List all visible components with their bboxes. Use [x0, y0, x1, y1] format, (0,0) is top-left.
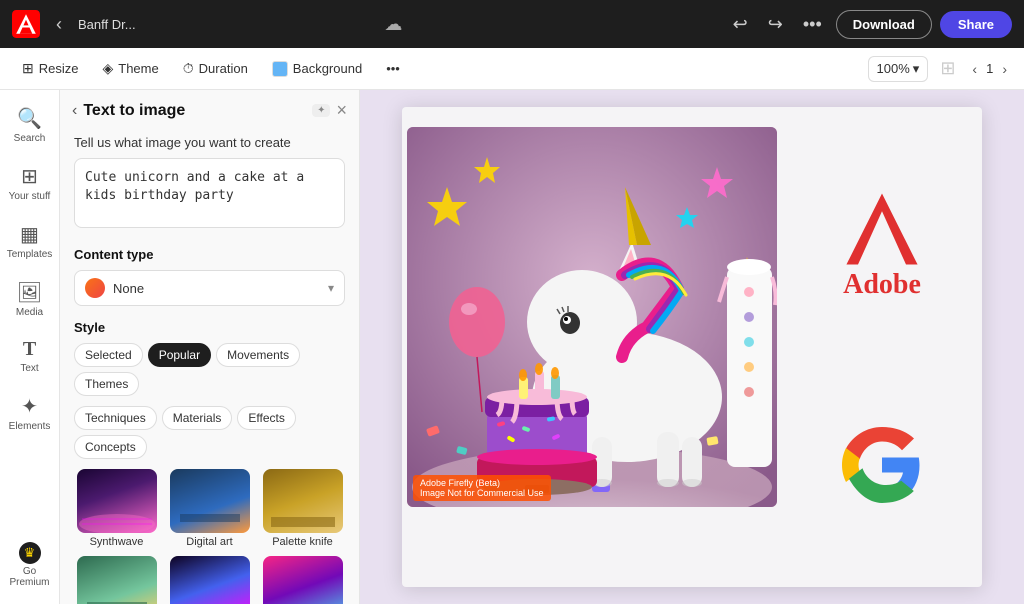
canvas-image-container: Adobe Firefly (Beta) Image Not for Comme… — [402, 107, 782, 587]
share-button[interactable]: Share — [940, 11, 1012, 38]
premium-crown-icon: ♛ — [19, 542, 41, 564]
panel-title: Text to image — [83, 102, 306, 120]
content-type-dropdown[interactable]: None ▾ — [74, 270, 345, 306]
canvas-logos: Adobe — [782, 107, 982, 587]
filter-popular[interactable]: Popular — [148, 343, 211, 367]
document-title: Banff Dr... — [78, 17, 382, 32]
background-swatch — [272, 61, 288, 77]
filter-materials[interactable]: Materials — [162, 406, 233, 430]
theme-icon: ◈ — [102, 60, 113, 77]
filter-selected[interactable]: Selected — [74, 343, 143, 367]
toolbar: ⊞ Resize ◈ Theme ⏱ Duration Background •… — [0, 48, 1024, 90]
adobe-a-icon — [842, 189, 922, 269]
sidebar-item-go-premium[interactable]: ♛ Go Premium — [0, 534, 59, 596]
zoom-selector[interactable]: 100% ▾ — [868, 56, 929, 82]
search-icon: 🔍 — [17, 106, 42, 131]
panel-close-button[interactable]: × — [336, 100, 347, 121]
background-button[interactable]: Background — [262, 56, 372, 82]
style-card-synthwave[interactable]: Synthwave — [74, 469, 159, 548]
sidebar-item-your-stuff[interactable]: ⊞ Your stuff — [0, 156, 59, 210]
filter-effects[interactable]: Effects — [237, 406, 295, 430]
media-icon: 🖼 — [17, 280, 42, 305]
style-title: Style — [74, 320, 345, 335]
canvas-inner: Adobe Firefly (Beta) Image Not for Comme… — [402, 107, 982, 587]
undo-button[interactable]: ↩ — [727, 10, 754, 39]
google-logo-icon — [842, 425, 922, 505]
text-icon: T — [23, 338, 36, 361]
style-filters: Selected Popular Movements Themes — [74, 343, 345, 396]
style-card-chaotic[interactable]: Chaotic — [260, 556, 345, 604]
back-button[interactable]: ‹ — [50, 10, 68, 39]
sidebar-item-search[interactable]: 🔍 Search — [0, 98, 59, 152]
duration-icon: ⏱ — [183, 60, 194, 77]
grid-icon: ⊞ — [21, 164, 38, 189]
resize-icon: ⊞ — [22, 60, 34, 77]
filter-themes[interactable]: Themes — [74, 372, 139, 396]
content-type-chevron-icon: ▾ — [328, 281, 334, 295]
more-toolbar-button[interactable]: ••• — [376, 56, 410, 81]
style-label-synthwave: Synthwave — [90, 536, 144, 548]
sidebar-item-templates[interactable]: ▦ Templates — [0, 214, 59, 268]
toolbar-right: 100% ▾ ⊞ ‹ 1 › — [868, 54, 1012, 83]
redo-button[interactable]: ↪ — [762, 10, 789, 39]
style-label-palette-knife: Palette knife — [272, 536, 333, 548]
cloud-sync-icon: ☁ — [384, 14, 402, 35]
sidebar-item-media[interactable]: 🖼 Media — [0, 272, 59, 326]
more-options-button[interactable]: ••• — [797, 10, 828, 39]
sidebar-item-elements[interactable]: ✦ Elements — [0, 386, 59, 440]
prev-page-button[interactable]: ‹ — [967, 59, 982, 79]
style-card-neon[interactable]: Neon — [167, 556, 252, 604]
image-credit: Adobe Firefly (Beta) Image Not for Comme… — [413, 475, 551, 501]
image-background — [407, 127, 777, 507]
filter-concepts[interactable]: Concepts — [74, 435, 147, 459]
prompt-input[interactable] — [74, 158, 345, 228]
filter-techniques[interactable]: Techniques — [74, 406, 157, 430]
main-content: 🔍 Search ⊞ Your stuff ▦ Templates 🖼 Medi… — [0, 90, 1024, 604]
panel-header: ‹ Text to image ✦ × — [60, 90, 359, 131]
next-page-button[interactable]: › — [997, 59, 1012, 79]
adobe-logo-icon — [12, 10, 40, 38]
download-button[interactable]: Download — [836, 10, 932, 39]
duration-button[interactable]: ⏱ Duration — [173, 55, 258, 82]
left-sidebar: 🔍 Search ⊞ Your stuff ▦ Templates 🖼 Medi… — [0, 90, 60, 604]
theme-button[interactable]: ◈ Theme — [92, 55, 168, 82]
style-card-digital-art[interactable]: Digital art — [167, 469, 252, 548]
content-type-title: Content type — [74, 247, 345, 262]
panel-back-button[interactable]: ‹ — [72, 102, 77, 120]
beta-badge: ✦ — [312, 104, 330, 117]
content-type-value: None — [113, 281, 320, 296]
generated-image: Adobe Firefly (Beta) Image Not for Comme… — [407, 127, 777, 507]
adobe-logo-element: Adobe — [842, 189, 922, 301]
style-filters-row2: Techniques Materials Effects Concepts — [74, 406, 345, 459]
style-grid: Synthwave — [74, 469, 345, 604]
chevron-down-icon: ▾ — [913, 61, 920, 77]
sidebar-item-text[interactable]: T Text — [0, 330, 59, 382]
text-to-image-panel: ‹ Text to image ✦ × Tell us what image y… — [60, 90, 360, 604]
top-bar-actions: ↩ ↪ ••• Download Share — [727, 10, 1012, 39]
canvas-area[interactable]: Adobe Firefly (Beta) Image Not for Comme… — [360, 90, 1024, 604]
panel-body: Tell us what image you want to create Co… — [60, 131, 359, 604]
scene-svg — [407, 127, 777, 507]
canvas-page: Adobe Firefly (Beta) Image Not for Comme… — [402, 107, 982, 587]
grid-view-button[interactable]: ⊞ — [934, 54, 961, 83]
style-card-palette-knife[interactable]: Palette knife — [260, 469, 345, 548]
page-navigation: ‹ 1 › — [967, 59, 1012, 79]
filter-movements[interactable]: Movements — [216, 343, 300, 367]
adobe-text: Adobe — [843, 269, 921, 301]
templates-icon: ▦ — [20, 222, 39, 247]
style-card-layered-paper[interactable]: Layered paper — [74, 556, 159, 604]
resize-button[interactable]: ⊞ Resize — [12, 55, 88, 82]
top-bar: ‹ Banff Dr... ☁ ↩ ↪ ••• Download Share — [0, 0, 1024, 48]
content-type-avatar — [85, 278, 105, 298]
prompt-label: Tell us what image you want to create — [74, 135, 345, 150]
elements-icon: ✦ — [21, 394, 38, 419]
style-label-digital-art: Digital art — [186, 536, 232, 548]
